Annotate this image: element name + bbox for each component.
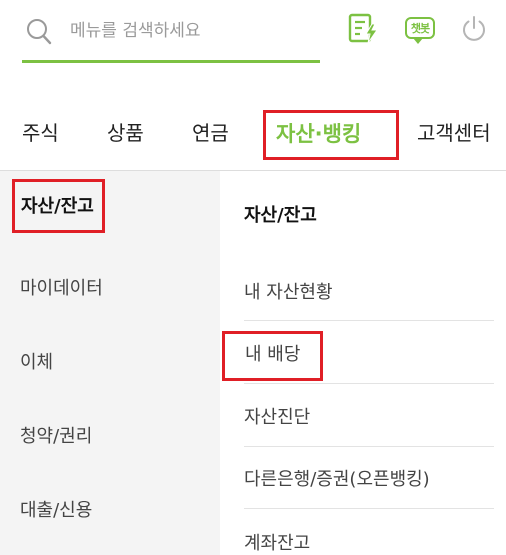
top-nav: 주식 상품 연금 자산·뱅킹 고객센터	[0, 110, 506, 160]
submenu-title: 자산/잔고	[244, 205, 317, 226]
submenu-divider	[244, 383, 494, 384]
submenu-divider	[244, 508, 494, 509]
chatbot-label: 챗봇	[410, 22, 430, 35]
sidebar-item-mydata[interactable]: 마이데이터	[20, 274, 103, 300]
submenu-divider	[244, 446, 494, 447]
sidebar: 자산/잔고 마이데이터 이체 청약/권리 대출/신용	[0, 171, 220, 555]
sidebar-item-asset-balance[interactable]: 자산/잔고	[12, 179, 105, 233]
tab-products[interactable]: 상품	[107, 110, 144, 160]
chatbot-icon: 챗봇	[405, 17, 435, 44]
submenu-item-open-banking[interactable]: 다른은행/증권(오픈뱅킹)	[244, 465, 494, 491]
submenu-item-my-assets[interactable]: 내 자산현황	[244, 278, 494, 304]
quick-menu-icon	[348, 13, 378, 44]
tab-asset-banking[interactable]: 자산·뱅킹	[263, 110, 399, 160]
search-icon[interactable]	[26, 18, 52, 46]
submenu-item-my-dividend[interactable]: 내 배당	[222, 331, 324, 381]
tab-pension[interactable]: 연금	[192, 110, 229, 160]
search-bar	[22, 10, 320, 63]
search-input[interactable]	[70, 16, 310, 46]
sidebar-item-transfer[interactable]: 이체	[20, 348, 53, 374]
submenu-item-account-balance[interactable]: 계좌잔고	[244, 529, 494, 555]
logout-button[interactable]	[459, 12, 489, 44]
sidebar-item-loan[interactable]: 대출/신용	[20, 496, 92, 522]
submenu: 자산/잔고 내 자산현황 내 배당 자산진단 다른은행/증권(오픈뱅킹) 계좌잔…	[220, 171, 506, 555]
tab-stocks[interactable]: 주식	[22, 110, 59, 160]
quick-menu-button[interactable]	[347, 12, 381, 46]
chatbot-button[interactable]: 챗봇	[402, 12, 438, 44]
power-icon	[463, 16, 485, 41]
submenu-item-asset-diagnosis[interactable]: 자산진단	[244, 403, 494, 429]
submenu-divider	[244, 320, 494, 321]
sidebar-item-subscription[interactable]: 청약/권리	[20, 422, 92, 448]
tab-customer-center[interactable]: 고객센터	[417, 110, 491, 160]
